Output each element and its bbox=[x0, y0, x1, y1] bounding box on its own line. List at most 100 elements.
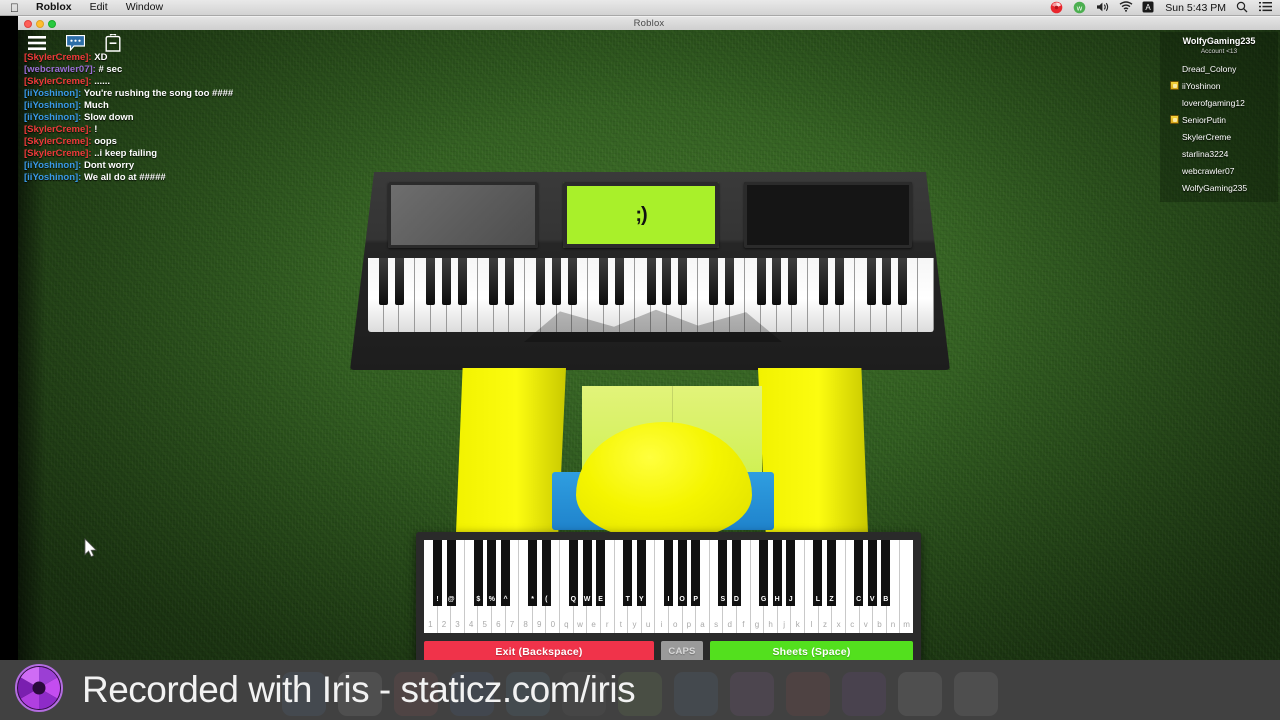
piano-black-key[interactable]: L bbox=[813, 540, 823, 606]
chat-log[interactable]: [SkylerCreme]: XD [webcrawler07]: # sec [S… bbox=[22, 52, 362, 184]
input-source-icon[interactable]: A bbox=[1142, 1, 1155, 14]
piano-black-key[interactable]: $ bbox=[473, 540, 483, 606]
whatsapp-icon[interactable]: w bbox=[1073, 1, 1086, 14]
piano-black-key[interactable]: O bbox=[677, 540, 687, 606]
piano-black-key[interactable]: I bbox=[664, 540, 673, 606]
macos-menubar[interactable]:  Roblox Edit Window w bbox=[0, 0, 1280, 16]
instrument-black-key bbox=[835, 258, 845, 305]
instrument-black-key bbox=[489, 258, 499, 305]
piano-black-key[interactable]: H bbox=[772, 540, 782, 606]
player-list-item[interactable]: Dread_Colony bbox=[1160, 60, 1278, 77]
piano-black-key[interactable]: Y bbox=[636, 540, 646, 606]
piano-white-key-label: b bbox=[877, 620, 882, 629]
piano-black-key[interactable]: @ bbox=[446, 540, 456, 606]
keyboard-black-keys-3d bbox=[368, 258, 934, 305]
volume-icon[interactable] bbox=[1096, 1, 1109, 14]
piano-black-key[interactable]: S bbox=[718, 540, 728, 606]
piano-black-key[interactable]: Q bbox=[568, 540, 578, 606]
menu-icon[interactable] bbox=[26, 32, 48, 54]
avatar-right-arm bbox=[758, 368, 868, 533]
piano-black-key[interactable]: ^ bbox=[501, 540, 510, 606]
sheets-button[interactable]: Sheets (Space) bbox=[710, 641, 913, 660]
iris-watermark-bar: Recorded with Iris - staticz.com/iris bbox=[0, 660, 1280, 720]
chat-author: [iiYoshinon]: bbox=[24, 88, 82, 99]
menu-item-edit[interactable]: Edit bbox=[81, 0, 117, 15]
player-list-item[interactable]: WolfyGaming235 bbox=[1160, 179, 1278, 196]
piano-black-key[interactable]: V bbox=[867, 540, 877, 606]
player-list-item[interactable]: SkylerCreme bbox=[1160, 128, 1278, 145]
piano-white-key-label: s bbox=[714, 620, 719, 629]
player-list-item[interactable]: SeniorPutin bbox=[1160, 111, 1278, 128]
piano-white-key-label: d bbox=[727, 620, 732, 629]
search-icon[interactable] bbox=[1236, 1, 1249, 14]
piano-white-key-label: 6 bbox=[496, 620, 501, 629]
player-list-rows: Dread_Colony iiYoshinon loverofgaming12 Sen… bbox=[1160, 60, 1278, 196]
piano-white-key-label: 2 bbox=[441, 620, 447, 629]
iris-shutter-icon[interactable] bbox=[1050, 1, 1063, 14]
piano-black-key[interactable]: J bbox=[786, 540, 796, 606]
piano-instrument-3d[interactable]: ;) bbox=[350, 172, 950, 372]
player-list-item[interactable]: loverofgaming12 bbox=[1160, 94, 1278, 111]
menubar-clock[interactable]: Sun 5:43 PM bbox=[1165, 2, 1226, 14]
piano-black-key-label: T bbox=[625, 596, 630, 603]
piano-black-key[interactable]: B bbox=[881, 540, 891, 606]
apple-icon[interactable]:  bbox=[6, 1, 27, 15]
wifi-icon[interactable] bbox=[1119, 1, 1133, 14]
piano-black-key[interactable]: T bbox=[623, 540, 633, 606]
chat-text: You're rushing the song too #### bbox=[81, 88, 234, 99]
player-name-label: loverofgaming12 bbox=[1182, 97, 1245, 108]
piano-black-key[interactable]: Z bbox=[827, 540, 836, 606]
game-viewport[interactable]: ;) [SkylerCreme]: XD [webcrawler07]: # s… bbox=[18, 30, 1280, 660]
piano-black-keys[interactable]: ! @ $% ^ * ( Q W E T Y I O P S D G H J L Z C V B bbox=[424, 540, 913, 606]
instrument-black-key bbox=[426, 258, 436, 305]
player-list[interactable]: WolfyGaming235 Account <13 Dread_Colony i… bbox=[1160, 32, 1278, 202]
piano-black-key[interactable]: D bbox=[731, 540, 741, 606]
player-list-item[interactable]: webcrawler07 bbox=[1160, 162, 1278, 179]
instrument-black-key bbox=[677, 258, 687, 305]
chat-icon[interactable] bbox=[64, 32, 86, 54]
instrument-black-key bbox=[505, 258, 514, 305]
notification-center-icon[interactable] bbox=[1259, 1, 1272, 14]
instrument-black-key bbox=[866, 258, 876, 305]
window-title: Roblox bbox=[633, 18, 665, 29]
piano-white-key-label: z bbox=[822, 620, 827, 629]
chat-text: Slow down bbox=[81, 112, 134, 123]
player-name-label: WolfyGaming235 bbox=[1182, 182, 1248, 193]
piano-black-key[interactable]: W bbox=[582, 540, 592, 606]
piano-black-key[interactable]: * bbox=[528, 540, 538, 606]
piano-black-key-label: ^ bbox=[503, 596, 508, 603]
piano-black-key[interactable]: E bbox=[596, 540, 606, 606]
piano-black-key-label: E bbox=[598, 596, 603, 603]
instrument-black-key bbox=[709, 258, 719, 305]
player-badge-placeholder bbox=[1170, 149, 1179, 158]
exit-button[interactable]: Exit (Backspace) bbox=[424, 641, 654, 660]
menu-item-roblox[interactable]: Roblox bbox=[27, 0, 81, 15]
player-list-item[interactable]: starlina3224 bbox=[1160, 145, 1278, 162]
piano-black-key[interactable]: C bbox=[854, 540, 864, 606]
instrument-black-key bbox=[567, 258, 577, 305]
piano-black-key-label: W bbox=[583, 596, 591, 603]
piano-white-key-label: 8 bbox=[523, 620, 528, 629]
player-name-label: SkylerCreme bbox=[1182, 131, 1232, 142]
piano-white-key-label: 1 bbox=[428, 620, 433, 629]
piano-key-map[interactable]: 1234567890qwer t yui opasd fgh jk lzxcvbnm ! @ $… bbox=[424, 540, 913, 633]
piano-black-key-label: I bbox=[667, 596, 670, 603]
window-titlebar[interactable]: Roblox bbox=[18, 16, 1280, 30]
player-badge-placeholder bbox=[1170, 132, 1179, 141]
player-badge-placeholder bbox=[1170, 64, 1179, 73]
caps-button[interactable]: CAPS bbox=[661, 641, 703, 660]
backpack-icon[interactable] bbox=[102, 32, 124, 54]
menu-item-window[interactable]: Window bbox=[117, 0, 172, 15]
piano-black-key[interactable]: ( bbox=[541, 540, 551, 606]
piano-keyboard-gui[interactable]: 1234567890qwer t yui opasd fgh jk lzxcvbnm ! @ $… bbox=[416, 532, 921, 660]
piano-black-key[interactable]: ! bbox=[433, 540, 443, 606]
lcd-screen-panel: ;) bbox=[563, 182, 719, 248]
piano-black-key[interactable]: G bbox=[759, 540, 769, 606]
chat-author: [SkylerCreme]: bbox=[24, 136, 92, 147]
piano-black-key[interactable]: % bbox=[487, 540, 497, 606]
piano-white-key-label: o bbox=[673, 620, 678, 629]
piano-black-key[interactable]: P bbox=[691, 540, 701, 606]
player-list-item[interactable]: iiYoshinon bbox=[1160, 77, 1278, 94]
piano-white-key-label: n bbox=[890, 620, 896, 629]
chat-message: [SkylerCreme]: ! bbox=[22, 124, 362, 136]
